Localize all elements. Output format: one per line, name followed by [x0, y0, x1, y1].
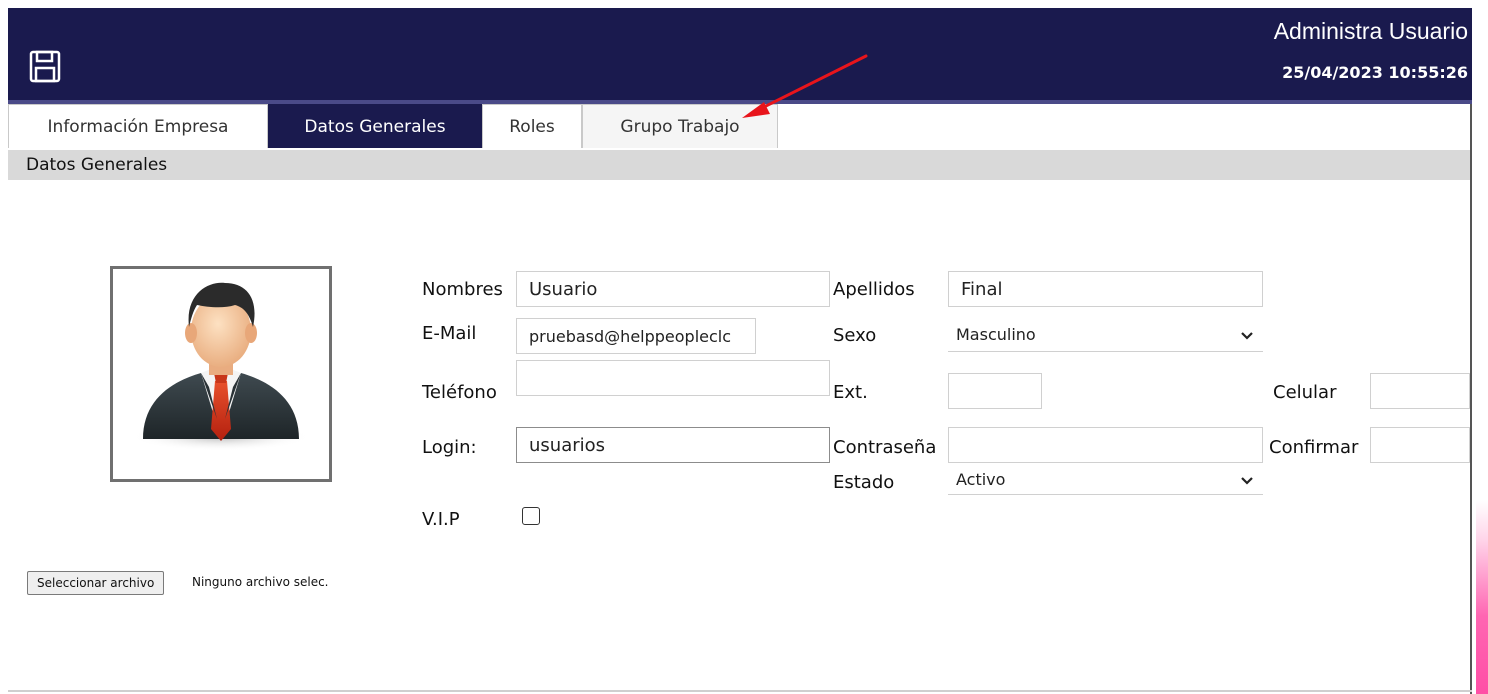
- ext-input[interactable]: [948, 373, 1042, 409]
- label-sexo: Sexo: [833, 325, 877, 346]
- vip-checkbox[interactable]: [522, 507, 540, 525]
- password-input[interactable]: [948, 427, 1263, 463]
- confirm-password-input[interactable]: [1370, 427, 1470, 463]
- tab-informacion-empresa[interactable]: Información Empresa: [8, 104, 268, 148]
- label-apellidos: Apellidos: [833, 279, 915, 300]
- label-login: Login:: [422, 437, 477, 458]
- right-border: [1470, 104, 1472, 694]
- top-margin: [0, 0, 1488, 8]
- select-file-button[interactable]: Seleccionar archivo: [27, 571, 165, 595]
- label-telefono: Teléfono: [422, 382, 497, 403]
- label-nombres: Nombres: [422, 279, 503, 300]
- telefono-input[interactable]: [516, 360, 830, 396]
- sexo-select[interactable]: Masculino: [948, 318, 1263, 352]
- decorative-edge: [1476, 500, 1488, 694]
- estado-select[interactable]: Activo: [948, 465, 1263, 495]
- tab-datos-generales[interactable]: Datos Generales: [268, 104, 482, 148]
- page-title: Administra Usuario: [1273, 18, 1468, 44]
- tab-bar: Información Empresa Datos Generales Role…: [8, 104, 778, 148]
- app-header: Administra Usuario 25/04/2023 10:55:26: [8, 8, 1472, 100]
- tab-grupo-trabajo[interactable]: Grupo Trabajo: [582, 104, 778, 148]
- label-ext: Ext.: [833, 382, 868, 403]
- label-confirmar: Confirmar: [1269, 437, 1359, 458]
- label-email: E-Mail: [422, 323, 477, 344]
- sexo-selected-value: Masculino: [956, 325, 1036, 344]
- label-vip: V.I.P: [422, 509, 460, 530]
- email-input[interactable]: pruebasd@helppeopleclc: [516, 318, 756, 354]
- chevron-down-icon: [1241, 331, 1253, 340]
- nombres-input[interactable]: Usuario: [516, 271, 830, 307]
- businessman-avatar-image: [131, 282, 311, 451]
- login-input[interactable]: usuarios: [516, 427, 830, 463]
- celular-input[interactable]: [1370, 373, 1470, 409]
- save-icon[interactable]: [28, 49, 64, 85]
- header-datetime: 25/04/2023 10:55:26: [1282, 63, 1468, 82]
- chevron-down-icon: [1241, 476, 1253, 485]
- user-avatar: [110, 266, 332, 482]
- apellidos-input[interactable]: Final: [948, 271, 1263, 307]
- estado-selected-value: Activo: [956, 470, 1006, 489]
- bottom-divider: [8, 690, 1472, 692]
- label-celular: Celular: [1273, 382, 1337, 403]
- file-status-text: Ninguno archivo selec.: [192, 575, 329, 589]
- label-estado: Estado: [833, 472, 895, 493]
- tab-roles[interactable]: Roles: [482, 104, 582, 148]
- label-contrasena: Contraseña: [833, 437, 937, 458]
- section-header: Datos Generales: [8, 150, 1472, 180]
